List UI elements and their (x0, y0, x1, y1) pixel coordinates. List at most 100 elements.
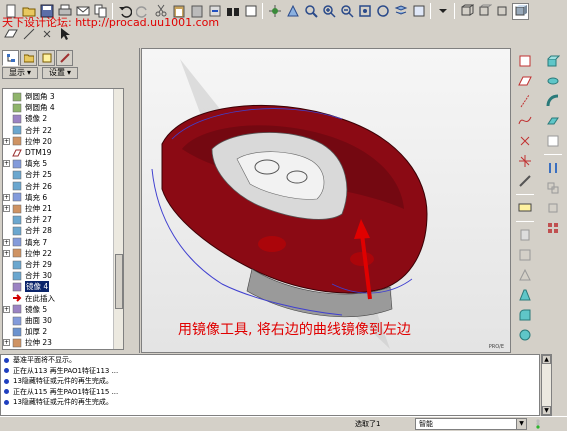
tree-item[interactable]: +倒圆角 1 (3, 349, 55, 350)
view-manager-icon[interactable] (266, 3, 283, 20)
analysis-icon[interactable] (515, 172, 535, 190)
datum-icon (12, 148, 22, 158)
tree-item-label: 在此插入 (25, 293, 55, 303)
boundary-blend-icon[interactable] (543, 132, 563, 150)
zoom-out-icon[interactable] (338, 3, 355, 20)
blend-icon[interactable] (543, 112, 563, 130)
rib-icon[interactable] (515, 266, 535, 284)
fill-icon (12, 192, 22, 202)
settings-menu[interactable]: 设置 ▾ (42, 67, 79, 79)
tree-item-label: 填充 7 (25, 237, 48, 247)
chevron-down-icon[interactable]: ▼ (516, 419, 526, 429)
tab-favorites[interactable] (38, 50, 55, 66)
tree-item[interactable]: 镜像 2 (3, 113, 47, 124)
round-icon[interactable] (515, 306, 535, 324)
tab-connections[interactable] (56, 50, 73, 66)
extrude-icon[interactable] (543, 52, 563, 70)
appearance-icon[interactable] (410, 3, 427, 20)
expand-icon[interactable]: + (3, 339, 10, 347)
sweep-icon[interactable] (543, 92, 563, 110)
zoom-in-icon[interactable] (320, 3, 337, 20)
viewport-corner-tag: PRO/E (488, 344, 504, 350)
extrude-icon (12, 136, 22, 146)
expand-icon[interactable]: + (3, 238, 10, 246)
datum-point-icon[interactable] (515, 132, 535, 150)
message-text: 13隐藏特征或元件的再生完成。 (13, 377, 113, 386)
copy-feature-icon[interactable] (543, 159, 563, 177)
tree-item[interactable]: + 拉伸 23 (3, 337, 52, 348)
graphics-viewport[interactable]: 用镜像工具, 将右边的曲线镜像到左边 PRO/E (141, 48, 511, 353)
shell-icon[interactable] (515, 246, 535, 264)
tree-item[interactable]: 合并 27 (3, 214, 52, 225)
tree-item[interactable]: 合并 25 (3, 169, 52, 180)
merge-icon[interactable] (543, 179, 563, 197)
tree-item-label: 倒圆角 3 (25, 92, 55, 101)
tree-item[interactable]: + 拉伸 20 (3, 136, 52, 147)
tree-item-label: 合并 30 (25, 271, 52, 281)
tree-item[interactable]: + 拉伸 22 (3, 248, 52, 259)
tree-item-label: 加厚 2 (25, 327, 48, 337)
tree-item[interactable]: 合并 28 (3, 225, 52, 236)
expand-icon[interactable]: + (3, 305, 10, 313)
coordinate-system-icon[interactable] (515, 152, 535, 170)
binoculars-icon[interactable] (224, 3, 241, 20)
pattern-icon[interactable] (543, 219, 563, 237)
tree-item[interactable]: 合并 29 (3, 259, 52, 270)
merge-icon (12, 215, 22, 225)
tree-item[interactable]: 加厚 2 (3, 326, 47, 337)
expand-icon[interactable]: + (3, 205, 10, 212)
tree-item[interactable]: 在此插入 (3, 293, 55, 304)
draft-icon[interactable] (515, 286, 535, 304)
reorient-icon[interactable] (374, 3, 391, 20)
zoom-fit-icon[interactable] (302, 3, 319, 20)
chamfer-icon[interactable] (515, 326, 535, 344)
tree-item[interactable]: 倒圆角 3 (3, 91, 55, 102)
selection-count: 选取了1 (355, 420, 381, 428)
expand-icon[interactable]: + (3, 137, 10, 145)
wireframe-icon[interactable] (458, 3, 475, 20)
tree-item[interactable]: 合并 30 (3, 270, 52, 281)
tree-item[interactable]: 镜像 4 (3, 281, 50, 293)
sketch-plane-icon[interactable] (515, 52, 535, 70)
datum-plane-icon[interactable] (515, 72, 535, 90)
tree-item[interactable]: 倒圆角 4 (3, 102, 55, 113)
tree-item[interactable]: + 填充 6 (3, 192, 47, 203)
tree-item[interactable]: 合并 26 (3, 181, 52, 192)
annotation-icon[interactable] (515, 199, 535, 217)
tree-item[interactable]: + 填充 7 (3, 237, 47, 248)
tree-item[interactable]: 合并 22 (3, 125, 52, 136)
message-line: 正在从115 再生PAO1特征115 ... (1, 387, 539, 398)
tree-item[interactable]: DTM19 (3, 147, 51, 158)
tree-item-label: 倒圆角 1 (25, 349, 55, 350)
tree-item[interactable]: + 镜像 5 (3, 304, 47, 315)
expand-icon[interactable]: + (3, 160, 10, 168)
selection-filter-select[interactable]: 智能 ▼ (415, 418, 527, 430)
tree-item[interactable]: 曲面 30 (3, 315, 52, 326)
scroll-up-icon[interactable]: ▲ (542, 355, 551, 364)
show-menu[interactable]: 显示 ▾ (2, 67, 39, 79)
trim-icon[interactable] (543, 199, 563, 217)
display-style-dropdown[interactable] (434, 3, 451, 20)
refit-icon[interactable] (356, 3, 373, 20)
datum-axis-icon[interactable] (515, 92, 535, 110)
message-scrollbar[interactable]: ▲ ▼ (541, 354, 552, 416)
tree-item[interactable]: + 拉伸 21 (3, 203, 52, 214)
toolbar-separator (544, 154, 562, 155)
revolve-icon[interactable] (543, 72, 563, 90)
tab-folder-browser[interactable] (20, 50, 37, 66)
no-hidden-icon[interactable] (494, 3, 511, 20)
hole-icon[interactable] (515, 226, 535, 244)
expand-icon[interactable]: + (3, 249, 10, 257)
scroll-thumb[interactable] (115, 254, 123, 309)
hidden-line-icon[interactable] (476, 3, 493, 20)
select-box-icon[interactable] (242, 3, 259, 20)
datum-curve-icon[interactable] (515, 112, 535, 130)
layers-icon[interactable] (392, 3, 409, 20)
scroll-down-icon[interactable]: ▼ (542, 406, 551, 415)
tab-model-tree[interactable] (2, 50, 19, 66)
expand-icon[interactable]: + (3, 193, 10, 201)
shading-icon[interactable] (512, 2, 529, 20)
orient-icon[interactable] (284, 3, 301, 20)
tree-scrollbar[interactable] (113, 89, 123, 349)
tree-item[interactable]: + 填充 5 (3, 158, 47, 169)
